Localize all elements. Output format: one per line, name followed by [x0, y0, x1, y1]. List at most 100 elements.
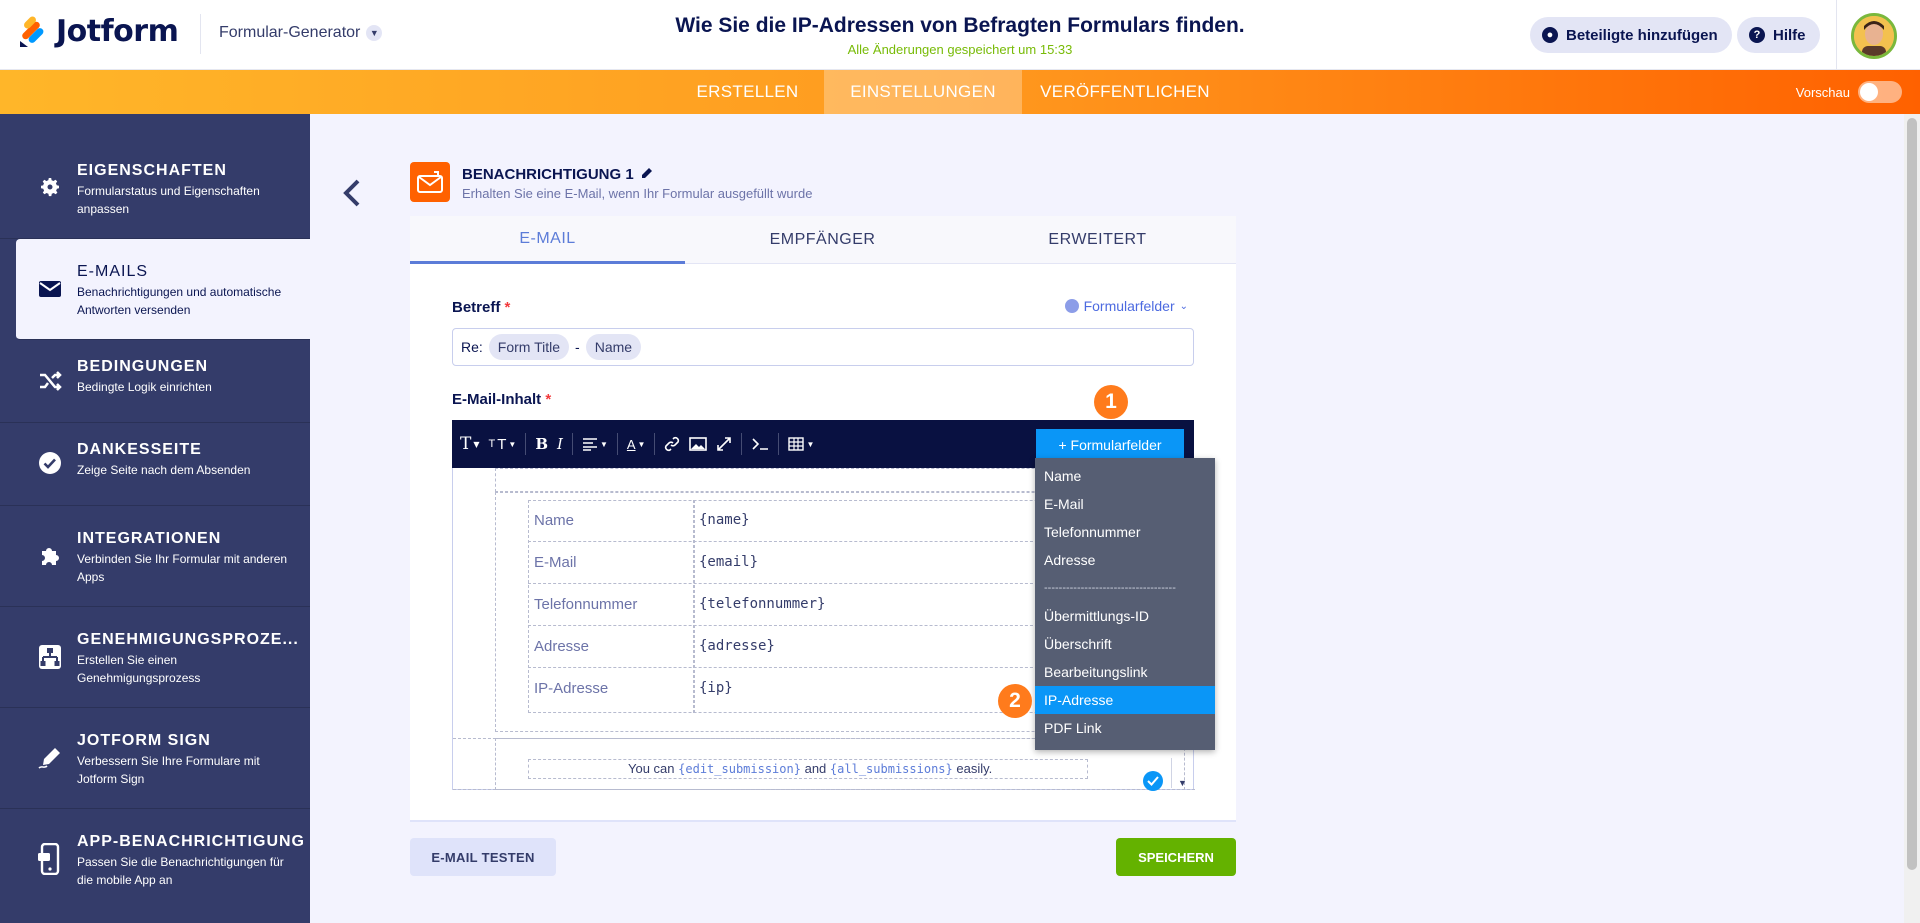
subject-input[interactable]: Re: Form Title - Name [452, 328, 1194, 366]
font-style-button[interactable]: T ▼ [460, 433, 480, 455]
header-divider-right [1836, 0, 1837, 70]
test-email-button[interactable]: E-MAIL TESTEN [410, 838, 556, 876]
footer-tag-all-submissions: {all_submissions} [829, 762, 953, 776]
editor-resize-handle[interactable]: ▼ [1171, 758, 1193, 788]
flowchart-icon [36, 643, 64, 671]
step-badge-2: 2 [998, 684, 1032, 718]
jotform-logo-icon [18, 15, 50, 49]
align-button[interactable]: ▼ [582, 433, 608, 455]
italic-button[interactable]: I [557, 433, 563, 455]
save-status: Alle Änderungen gespeichert um 15:33 [847, 42, 1073, 57]
sidebar-item-eigenschaften[interactable]: EIGENSCHAFTEN Formularstatus und Eigensc… [0, 114, 310, 239]
edit-pencil-icon[interactable] [641, 166, 653, 183]
preview-toggle[interactable] [1858, 81, 1902, 103]
help-label: Hilfe [1773, 26, 1806, 44]
font-size-button[interactable]: T T ▼ [489, 433, 517, 455]
jotform-logo[interactable]: Jotform [18, 14, 179, 49]
form-title[interactable]: Wie Sie die IP-Adressen von Befragten Fo… [560, 14, 1360, 38]
dropdown-item-adresse[interactable]: Adresse [1035, 546, 1215, 574]
subject-tag-form-title[interactable]: Form Title [488, 334, 570, 360]
sidebar-item-app-benachrichtigung[interactable]: APP-BENACHRICHTIGUNG Passen Sie die Bena… [0, 809, 310, 923]
sidebar-item-desc: Erstellen Sie einen Genehmigungsprozess [77, 653, 201, 685]
chevron-down-icon: ⌄ [1179, 300, 1188, 312]
image-button[interactable] [689, 433, 708, 455]
dropdown-item-uebermittlungs-id[interactable]: Übermittlungs-ID [1035, 602, 1215, 630]
table-row: Telefonnummer {telefonnummer} [528, 584, 1048, 626]
sidebar-item-desc: Benachrichtigungen und automatische Antw… [77, 285, 282, 317]
dropdown-item-ip-adresse[interactable]: IP-Adresse [1035, 686, 1215, 714]
sidebar-item-genehmigungsprozess[interactable]: GENEHMIGUNGSPROZE... Erstellen Sie einen… [0, 607, 310, 708]
dropdown-item-bearbeitungslink[interactable]: Bearbeitungslink [1035, 658, 1215, 686]
insert-form-fields-button[interactable]: + Formularfelder [1036, 429, 1184, 461]
subject-form-fields-label: Formularfelder [1083, 298, 1175, 314]
subject-form-fields-link[interactable]: Formularfelder ⌄ [1064, 298, 1188, 314]
sidebar-item-integrationen[interactable]: INTEGRATIONEN Verbinden Sie Ihr Formular… [0, 506, 310, 607]
page-scrollbar[interactable] [1904, 114, 1920, 923]
sidebar-item-title: JOTFORM SIGN [77, 732, 211, 749]
form-fields-dropdown: Name E-Mail Telefonnummer Adresse ------… [1035, 458, 1215, 750]
table-row: Adresse {adresse} [528, 626, 1048, 668]
shuffle-icon [36, 367, 64, 395]
notification-title[interactable]: BENACHRICHTIGUNG 1 [462, 166, 653, 183]
tab-einstellungen[interactable]: EINSTELLUNGEN [824, 70, 1022, 114]
dropdown-item-name[interactable]: Name [1035, 462, 1215, 490]
sidebar-item-title: GENEHMIGUNGSPROZE... [77, 631, 299, 648]
text-color-button[interactable]: A ▼ [627, 433, 646, 455]
tab-erweitert[interactable]: ERWEITERT [960, 216, 1235, 264]
link-button[interactable] [664, 433, 680, 455]
tab-email[interactable]: E-MAIL [410, 216, 685, 264]
field-label: Name [534, 512, 575, 529]
tab-empfaenger[interactable]: EMPFÄNGER [685, 216, 960, 264]
sidebar-item-title: APP-BENACHRICHTIGUNG [77, 833, 305, 850]
sidebar-item-title: E-MAILS [77, 263, 149, 280]
dropdown-item-ueberschrift[interactable]: Überschrift [1035, 630, 1215, 658]
save-button[interactable]: SPEICHERN [1116, 838, 1236, 876]
sidebar-item-desc: Verbinden Sie Ihr Formular mit anderen A… [77, 552, 288, 584]
table-button[interactable]: ▼ [788, 433, 814, 455]
toolbar-divider [525, 433, 527, 455]
help-button[interactable]: ? Hilfe [1737, 17, 1820, 53]
sidebar-item-desc: Formularstatus und Eigenschaften anpasse… [77, 184, 260, 216]
sidebar-item-emails[interactable]: E-MAILS Benachrichtigungen und automatis… [16, 239, 310, 340]
source-code-button[interactable] [751, 433, 769, 455]
table-row: E-Mail {email} [528, 542, 1048, 584]
fullscreen-button[interactable] [716, 433, 732, 455]
dropdown-item-telefonnummer[interactable]: Telefonnummer [1035, 518, 1215, 546]
table-row: Name {name} [528, 500, 1048, 542]
form-title-area: Wie Sie die IP-Adressen von Befragten Fo… [560, 14, 1360, 57]
form-generator-dropdown[interactable]: Formular-Generator ▼ [219, 24, 383, 42]
notification-title-text: BENACHRICHTIGUNG 1 [462, 166, 634, 183]
footer-text: easily. [956, 761, 993, 776]
top-bar: Jotform Formular-Generator ▼ Wie Sie die… [0, 0, 1920, 70]
add-participants-label: Beteiligte hinzufügen [1566, 26, 1718, 44]
back-chevron-icon[interactable] [340, 178, 364, 208]
sidebar-item-desc: Verbessern Sie Ihre Formulare mit Jotfor… [77, 754, 260, 786]
footer-text: You can [628, 761, 675, 776]
step-badge-1: 1 [1094, 385, 1128, 419]
avatar[interactable] [1851, 13, 1897, 59]
user-icon: ● [1542, 27, 1558, 43]
field-tag: {email} [699, 554, 759, 570]
panel-footer-line [410, 820, 1236, 822]
notification-subtitle: Erhalten Sie eine E-Mail, wenn Ihr Formu… [462, 186, 813, 201]
tab-veroeffentlichen[interactable]: VERÖFFENTLICHEN [1030, 70, 1220, 114]
check-circle-icon[interactable] [1143, 771, 1163, 791]
bold-button[interactable]: B [535, 433, 548, 455]
subject-tag-name[interactable]: Name [585, 334, 642, 360]
link-icon [1064, 299, 1079, 313]
field-label: Adresse [534, 638, 590, 655]
sidebar-item-dankesseite[interactable]: DANKESSEITE Zeige Seite nach dem Absende… [0, 423, 310, 506]
tab-erstellen[interactable]: ERSTELLEN [680, 70, 815, 114]
checkmark-icon [36, 449, 64, 477]
scrollbar-thumb[interactable] [1907, 118, 1917, 870]
header-divider [200, 14, 201, 54]
preview-toggle-group: Vorschau [1796, 81, 1902, 103]
dropdown-item-pdf-link[interactable]: PDF Link [1035, 714, 1215, 742]
sidebar-item-jotform-sign[interactable]: JOTFORM SIGN Verbessern Sie Ihre Formula… [0, 708, 310, 809]
sidebar-item-title: EIGENSCHAFTEN [77, 162, 227, 179]
preview-label: Vorschau [1795, 84, 1850, 100]
sidebar-item-bedingungen[interactable]: BEDINGUNGEN Bedingte Logik einrichten [0, 340, 310, 423]
sidebar-item-desc: Passen Sie die Benachrichtigungen für di… [77, 855, 284, 887]
add-participants-button[interactable]: ● Beteiligte hinzufügen [1530, 17, 1732, 53]
dropdown-item-email[interactable]: E-Mail [1035, 490, 1215, 518]
